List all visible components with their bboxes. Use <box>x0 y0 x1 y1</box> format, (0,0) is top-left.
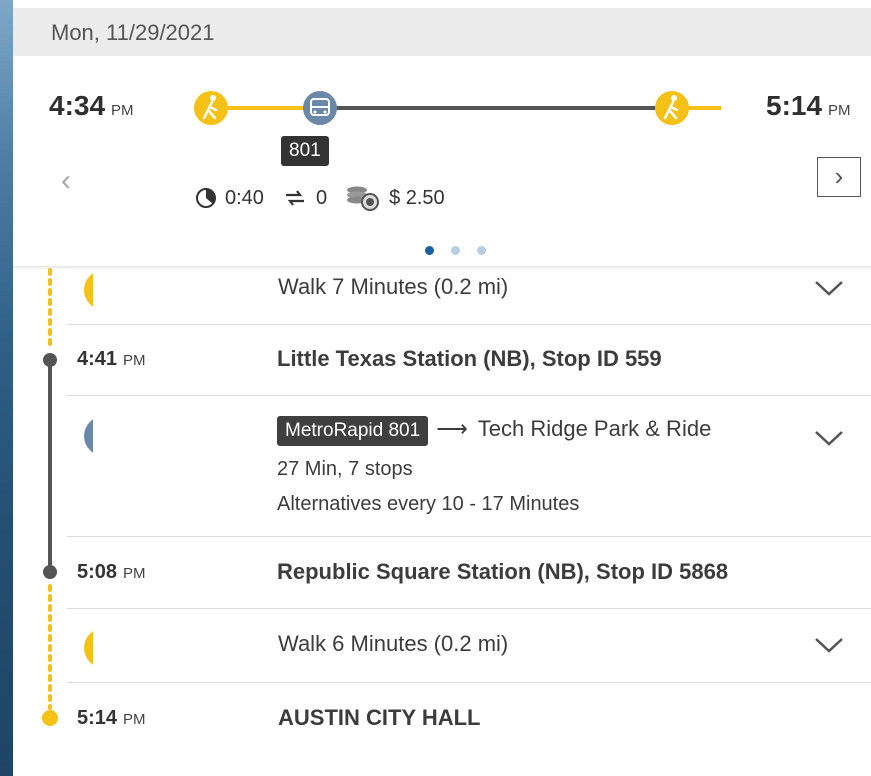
trip-card: Mon, 11/29/2021 4:34 PM 801 5:14 PM ‹ › … <box>13 0 871 776</box>
trip-stats: 0:40 0 $ 2.50 <box>195 184 463 212</box>
route-chip: MetroRapid 801 <box>277 416 429 446</box>
divider <box>67 395 871 396</box>
stop2-ampm: PM <box>123 565 146 582</box>
fare-value: $ 2.50 <box>389 186 445 209</box>
depart-time: 4:34 PM <box>49 90 134 122</box>
background-strip <box>0 0 13 776</box>
duration-value: 0:40 <box>225 186 264 209</box>
walk-icon <box>194 91 228 125</box>
arrive-ampm: PM <box>828 102 851 119</box>
chevron-down-icon[interactable] <box>813 635 845 655</box>
bus-duration: 27 Min, 7 stops <box>277 458 413 480</box>
end-time: 5:14 PM <box>77 707 146 730</box>
bus-icon <box>303 91 337 125</box>
steps-timeline <box>42 268 93 726</box>
bus-alternatives: Alternatives every 10 - 17 Minutes <box>277 493 580 515</box>
walk-step-1: Walk 7 Minutes (0.2 mi) <box>278 274 509 299</box>
arrive-time-value: 5:14 <box>766 90 823 121</box>
transfers-stat: 0 <box>282 187 327 210</box>
arrive-time: 5:14 PM <box>766 90 851 122</box>
stop1-time: 4:41 PM <box>77 348 146 371</box>
divider <box>67 608 871 609</box>
previous-itinerary-button[interactable]: ‹ <box>61 164 71 198</box>
stop2-time-value: 5:08 <box>77 561 118 583</box>
walk-icon <box>655 91 689 125</box>
coins-icon <box>347 186 380 211</box>
itinerary-pager[interactable] <box>425 246 503 255</box>
pager-dot[interactable] <box>477 246 486 255</box>
duration-stat: 0:40 <box>195 187 264 210</box>
bus-destination: Tech Ridge Park & Ride <box>477 416 712 441</box>
stop1-time-value: 4:41 <box>77 348 118 370</box>
depart-ampm: PM <box>111 102 134 119</box>
end-time-value: 5:14 <box>77 707 118 729</box>
pager-dot-active[interactable] <box>425 246 434 255</box>
end-ampm: PM <box>123 711 146 728</box>
route-number-badge: 801 <box>281 136 329 166</box>
route-timeline <box>194 91 721 125</box>
walk-step-2: Walk 6 Minutes (0.2 mi) <box>278 631 509 656</box>
transfers-value: 0 <box>315 186 328 209</box>
arrow-icon: ⟶ <box>436 416 468 441</box>
fare-stat: $ 2.50 <box>345 184 445 212</box>
destination-name: AUSTIN CITY HALL <box>278 705 481 730</box>
stop2-time: 5:08 PM <box>77 561 146 584</box>
chevron-down-icon[interactable] <box>813 428 845 448</box>
stop2-name: Republic Square Station (NB), Stop ID 58… <box>277 559 729 584</box>
divider <box>67 682 871 683</box>
walk-icon <box>84 631 93 665</box>
chevron-down-icon[interactable] <box>813 278 845 298</box>
divider <box>67 536 871 537</box>
clock-icon <box>196 188 216 208</box>
depart-time-value: 4:34 <box>49 90 106 121</box>
stop1-name: Little Texas Station (NB), Stop ID 559 <box>277 346 662 371</box>
walk-icon <box>84 273 93 307</box>
transfer-icon <box>285 190 304 206</box>
divider <box>67 324 871 325</box>
itinerary-summary[interactable]: 4:34 PM 801 5:14 PM ‹ › 0:40 0 $ 2.50 <box>13 56 871 268</box>
pager-dot[interactable] <box>451 246 460 255</box>
bus-step: MetroRapid 801 ⟶ Tech Ridge Park & Ride <box>277 416 711 446</box>
trip-steps: Walk 7 Minutes (0.2 mi) 4:41 PM Little Te… <box>13 268 871 776</box>
trip-date: Mon, 11/29/2021 <box>51 20 215 45</box>
stop1-ampm: PM <box>123 352 146 369</box>
next-itinerary-button[interactable]: › <box>817 157 861 197</box>
date-header: Mon, 11/29/2021 <box>13 8 871 56</box>
bus-icon <box>84 419 93 453</box>
